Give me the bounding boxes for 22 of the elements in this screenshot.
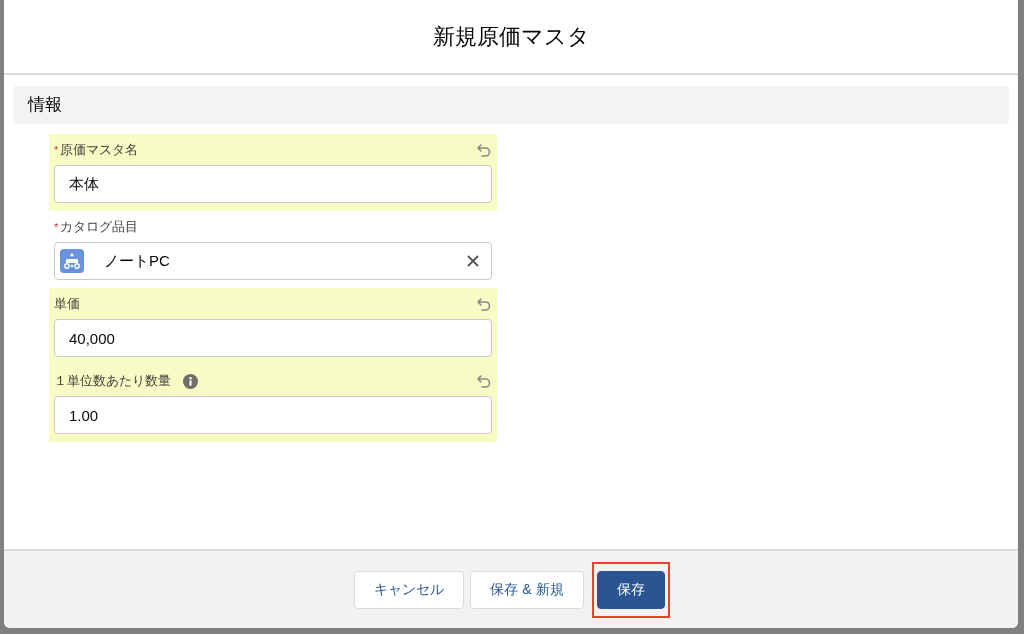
lookup-field[interactable]: ノートPC: [54, 242, 492, 280]
footer-button[interactable]: キャンセル: [354, 570, 465, 609]
input-field[interactable]: 本体: [54, 165, 492, 203]
modal-title: 新規原価マスタ: [432, 23, 590, 51]
info-icon[interactable]: [183, 373, 198, 389]
undo-icon[interactable]: [476, 142, 492, 158]
required-mark: *: [54, 219, 59, 235]
undo-icon[interactable]: [476, 373, 492, 389]
field-label: カタログ品目: [60, 218, 139, 237]
undo-icon[interactable]: [476, 296, 492, 312]
field-label: 原価マスタ名: [60, 141, 139, 160]
section-title: 情報: [28, 94, 62, 117]
footer-button[interactable]: 保存: [596, 570, 665, 609]
input-field[interactable]: 1.00: [54, 396, 492, 434]
product-icon: [60, 249, 84, 273]
input-field[interactable]: 40,000: [54, 319, 492, 357]
lookup-value: ノートPC: [104, 250, 170, 271]
required-mark: *: [54, 142, 59, 158]
field-label: 単価: [54, 295, 80, 314]
field-label: １単位数あたり数量: [54, 372, 171, 391]
clear-icon[interactable]: [466, 254, 480, 268]
footer-button[interactable]: 保存 & 新規: [470, 570, 584, 609]
